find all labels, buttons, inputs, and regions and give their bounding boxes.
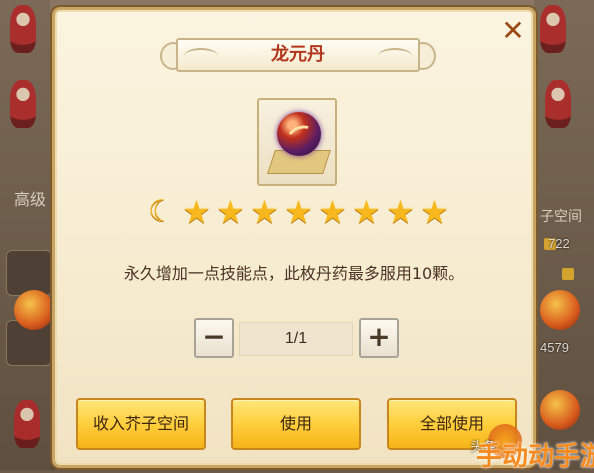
background-item (540, 290, 580, 330)
background-item (14, 290, 54, 330)
star-icon: ★ (250, 193, 279, 231)
star-icon: ★ (318, 193, 347, 231)
quantity-display: 1/1 (239, 322, 353, 356)
background-label: 高级 (14, 192, 47, 209)
background-character (10, 80, 36, 128)
background-character (540, 5, 566, 53)
lock-icon (562, 268, 574, 280)
close-icon[interactable]: ✕ (498, 16, 528, 46)
star-icon: ★ (182, 193, 211, 231)
star-icon: ★ (420, 193, 449, 231)
background-character (545, 80, 571, 128)
item-name: 龙元丹 (271, 44, 325, 65)
title-ribbon: 龙元丹 (160, 36, 436, 74)
increase-quantity-button[interactable]: + (359, 318, 399, 358)
use-button[interactable]: 使用 (231, 398, 361, 450)
decrease-quantity-button[interactable]: − (194, 318, 234, 358)
background-count: 722 (548, 236, 570, 251)
star-icon: ★ (352, 193, 381, 231)
star-icon: ★ (386, 193, 415, 231)
background-character (14, 400, 40, 448)
item-description: 永久增加一点技能点，此枚丹药最多服用10颗。 (123, 264, 465, 283)
star-icon: ★ (284, 193, 313, 231)
background-label: 子空间 (540, 208, 582, 224)
moon-icon: ☾ (148, 194, 175, 229)
pill-icon (277, 112, 321, 156)
star-rating: ☾ ★ ★ ★ ★ ★ ★ ★ ★ (148, 194, 450, 230)
background-count: 4579 (540, 340, 569, 355)
background-item (540, 390, 580, 430)
background-slot (6, 250, 52, 296)
star-icon: ★ (216, 193, 245, 231)
watermark-brand: 手动动手游 (476, 442, 594, 472)
item-icon-frame (257, 98, 337, 186)
store-in-space-button[interactable]: 收入芥子空间 (76, 398, 206, 450)
background-character (10, 5, 36, 53)
